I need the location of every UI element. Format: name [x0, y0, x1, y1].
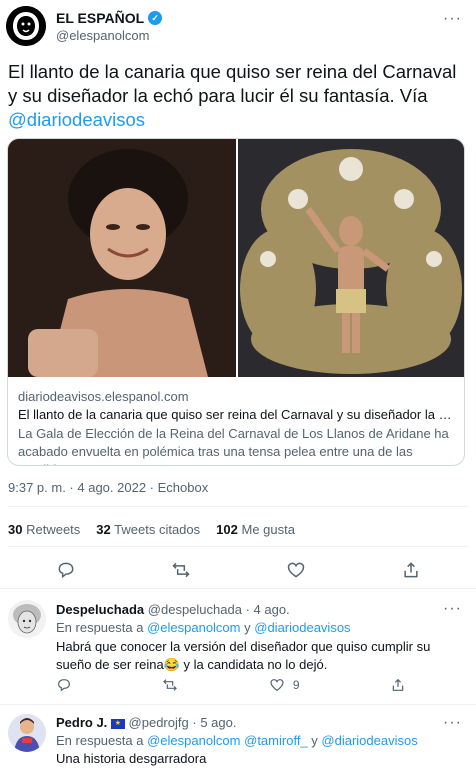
link-card[interactable]: diariodeavisos.elespanol.com El llanto d… [7, 138, 465, 466]
tweet-actions [8, 560, 468, 580]
retweet-icon[interactable] [171, 560, 191, 580]
mention-link[interactable]: @diariodeavisos [321, 733, 417, 748]
mention-link[interactable]: @elespanolcom [147, 620, 240, 635]
reply-avatar[interactable] [8, 714, 46, 752]
author-avatar[interactable] [6, 6, 46, 46]
share-icon[interactable] [390, 677, 406, 693]
divider [8, 506, 468, 507]
lion-logo-icon [6, 6, 46, 46]
tweet-source[interactable]: Echobox [158, 480, 209, 495]
tweet-stats: 30 Retweets 32 Tweets citados 102 Me gus… [8, 522, 295, 537]
tweet-text: El llanto de la canaria que quiso ser re… [8, 61, 457, 130]
card-image-carnival-costume[interactable] [238, 139, 464, 377]
reply-author-handle[interactable]: @pedrojfg [129, 715, 189, 730]
card-image-woman-crying[interactable] [8, 139, 236, 377]
mention-link[interactable]: @tamiroff_ [244, 733, 308, 748]
person-cartoon-icon [8, 714, 46, 752]
eu-flag-icon: ★ [110, 718, 125, 729]
reply-author-name[interactable]: Pedro J. [56, 715, 107, 730]
reply-to: En respuesta a @elespanolcom y @diariode… [56, 620, 351, 635]
reply-actions: 9 [56, 677, 406, 693]
more-options-icon[interactable]: ··· [443, 600, 462, 618]
like-count: 9 [292, 678, 300, 692]
reply-avatar[interactable] [8, 600, 46, 638]
author-handle[interactable]: @elespanolcom [56, 28, 149, 43]
card-domain: diariodeavisos.elespanol.com [18, 389, 189, 404]
retweets-stat[interactable]: 30 Retweets [8, 522, 80, 537]
reply-text: Una historia desgarradora [56, 751, 207, 766]
mention-link[interactable]: @diariodeavisos [254, 620, 350, 635]
reply-author-name[interactable]: Despeluchada [56, 602, 144, 617]
verified-badge-icon: ✓ [148, 11, 163, 25]
like-icon[interactable] [286, 560, 306, 580]
likes-stat[interactable]: 102 Me gusta [216, 522, 295, 537]
more-options-icon[interactable]: ··· [443, 714, 462, 732]
quotes-stat[interactable]: 32 Tweets citados [96, 522, 200, 537]
reply-text: Habrá que conocer la versión del diseñad… [56, 639, 431, 672]
face-sketch-icon [8, 600, 46, 638]
reply-header: Despeluchada @despeluchada · 4 ago. [56, 602, 290, 617]
reply-header: Pedro J. ★ @pedrojfg · 5 ago. [56, 715, 237, 730]
divider [0, 588, 476, 589]
reply-date[interactable]: 4 ago. [254, 602, 290, 617]
reply-icon[interactable] [56, 677, 72, 693]
tweet-date[interactable]: 4 ago. 2022 [77, 480, 146, 495]
share-icon[interactable] [401, 560, 421, 580]
divider [0, 704, 476, 705]
author-name[interactable]: EL ESPAÑOL ✓ [56, 10, 163, 26]
tweet-timestamp: 9:37 p. m. · 4 ago. 2022 · Echobox [8, 480, 209, 495]
mention-link[interactable]: @elespanolcom [147, 733, 240, 748]
reply-icon[interactable] [56, 560, 76, 580]
divider [8, 546, 468, 547]
card-title: El llanto de la canaria que quiso ser re… [18, 407, 454, 422]
more-options-icon[interactable]: ··· [443, 10, 462, 28]
retweet-icon[interactable] [162, 677, 178, 693]
tweet-time[interactable]: 9:37 p. m. [8, 480, 66, 495]
reply-author-handle[interactable]: @despeluchada [148, 602, 242, 617]
card-description: La Gala de Elección de la Reina del Carn… [18, 426, 449, 465]
like-icon[interactable]: 9 [269, 677, 300, 693]
reply-date[interactable]: 5 ago. [200, 715, 236, 730]
mention-link[interactable]: @diariodeavisos [8, 109, 145, 130]
reply-to: En respuesta a @elespanolcom @tamiroff_ … [56, 733, 418, 748]
